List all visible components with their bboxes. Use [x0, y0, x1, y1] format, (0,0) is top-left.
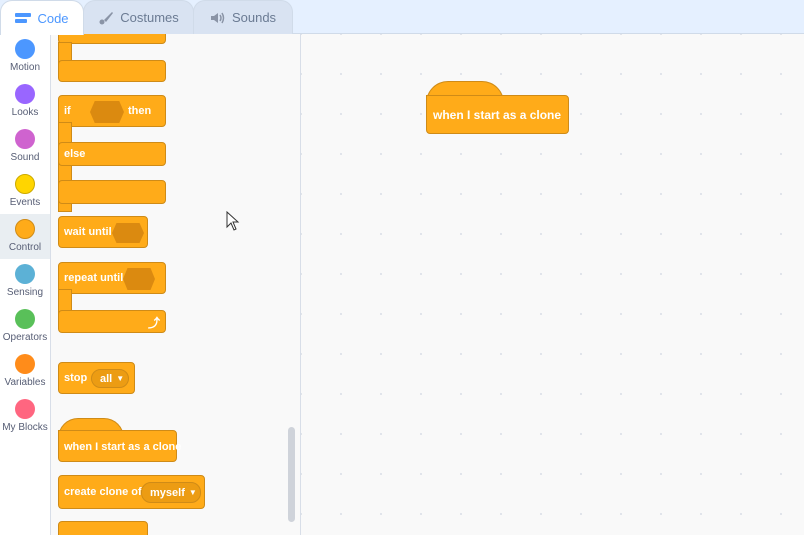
category-looks-dot [15, 84, 35, 104]
then-label: then [128, 105, 152, 117]
category-motion-dot [15, 39, 35, 59]
if-else-bottom [58, 180, 166, 204]
category-my-blocks-label: My Blocks [2, 422, 48, 433]
wait-until-block[interactable]: wait until [58, 216, 148, 248]
category-control-label: Control [8, 242, 42, 253]
category-looks-label: Looks [11, 107, 39, 118]
create-clone-dropdown[interactable]: myself ▼ [141, 482, 201, 503]
category-operators-dot [15, 309, 35, 329]
category-variables-dot [15, 354, 35, 374]
repeat-until-condition-slot[interactable] [123, 268, 155, 290]
category-events-dot [15, 174, 35, 194]
workspace-clone-hat-block[interactable]: when I start as a clone [426, 95, 569, 134]
repeat-until-block[interactable]: repeat until [58, 262, 166, 294]
tab-code-label: Code [37, 10, 69, 26]
category-looks[interactable]: Looks [0, 79, 50, 124]
tab-sounds[interactable]: Sounds [193, 0, 293, 34]
block-palette[interactable]: if then else wait until repeat until ⤴ s… [51, 34, 301, 535]
category-my-blocks-dot [15, 399, 35, 419]
category-my-blocks[interactable]: My Blocks [0, 394, 50, 439]
category-events[interactable]: Events [0, 169, 50, 214]
tab-bar: Code Costumes Sounds [0, 0, 804, 35]
category-control-dot [15, 219, 35, 239]
clone-hat-label: when I start as a clone [64, 441, 182, 453]
brush-icon [98, 11, 114, 25]
tab-costumes-label: Costumes [120, 10, 179, 25]
workspace-clone-hat-label: when I start as a clone [433, 108, 562, 122]
category-variables[interactable]: Variables [0, 349, 50, 394]
delete-clone-block-partial[interactable] [58, 521, 148, 535]
stop-block[interactable]: stop all ▼ [58, 362, 135, 394]
dropdown-arrow-icon: ▼ [116, 374, 125, 383]
else-label: else [64, 148, 86, 160]
category-sound[interactable]: Sound [0, 124, 50, 169]
palette-scrollbar[interactable] [288, 427, 295, 522]
mouse-cursor-icon [226, 210, 240, 231]
wait-until-label: wait until [64, 226, 112, 238]
category-sensing-dot [15, 264, 35, 284]
category-sound-label: Sound [10, 152, 40, 163]
category-motion[interactable]: Motion [0, 34, 50, 79]
category-menu: Motion Looks Sound Events Control Sensin… [0, 34, 51, 535]
category-sensing-label: Sensing [6, 287, 44, 298]
category-events-label: Events [9, 197, 41, 208]
code-icon [15, 11, 32, 25]
category-operators[interactable]: Operators [0, 304, 50, 349]
c-block-top-partial[interactable] [58, 34, 166, 44]
clone-hat-block[interactable]: when I start as a clone [58, 430, 181, 462]
tab-costumes[interactable]: Costumes [83, 0, 194, 34]
loop-arrow-icon: ⤴ [148, 316, 161, 330]
if-condition-slot[interactable] [90, 101, 124, 123]
repeat-until-bottom: ⤴ [58, 310, 166, 333]
stop-dropdown[interactable]: all ▼ [91, 369, 129, 388]
tab-code[interactable]: Code [0, 0, 84, 35]
stop-dropdown-value: all [100, 372, 113, 385]
c-block-bottom [58, 60, 166, 82]
else-section: else [58, 142, 166, 166]
category-operators-label: Operators [2, 332, 48, 343]
create-clone-label: create clone of [64, 486, 142, 498]
category-control[interactable]: Control [0, 214, 50, 259]
wait-until-condition-slot[interactable] [112, 223, 144, 243]
speaker-icon [210, 11, 226, 25]
create-clone-dropdown-value: myself [150, 486, 185, 499]
tab-sounds-label: Sounds [231, 10, 277, 25]
category-motion-label: Motion [9, 62, 40, 73]
repeat-until-label: repeat until [64, 272, 124, 284]
if-label: if [64, 105, 71, 117]
dropdown-arrow-icon: ▼ [188, 488, 197, 497]
stop-label: stop [64, 372, 88, 384]
category-variables-label: Variables [4, 377, 46, 388]
category-sensing[interactable]: Sensing [0, 259, 50, 304]
category-sound-dot [15, 129, 35, 149]
if-then-else-block[interactable]: if then [58, 95, 166, 127]
script-workspace[interactable]: when I start as a clone [301, 34, 804, 535]
create-clone-block[interactable]: create clone of myself ▼ [58, 475, 205, 509]
